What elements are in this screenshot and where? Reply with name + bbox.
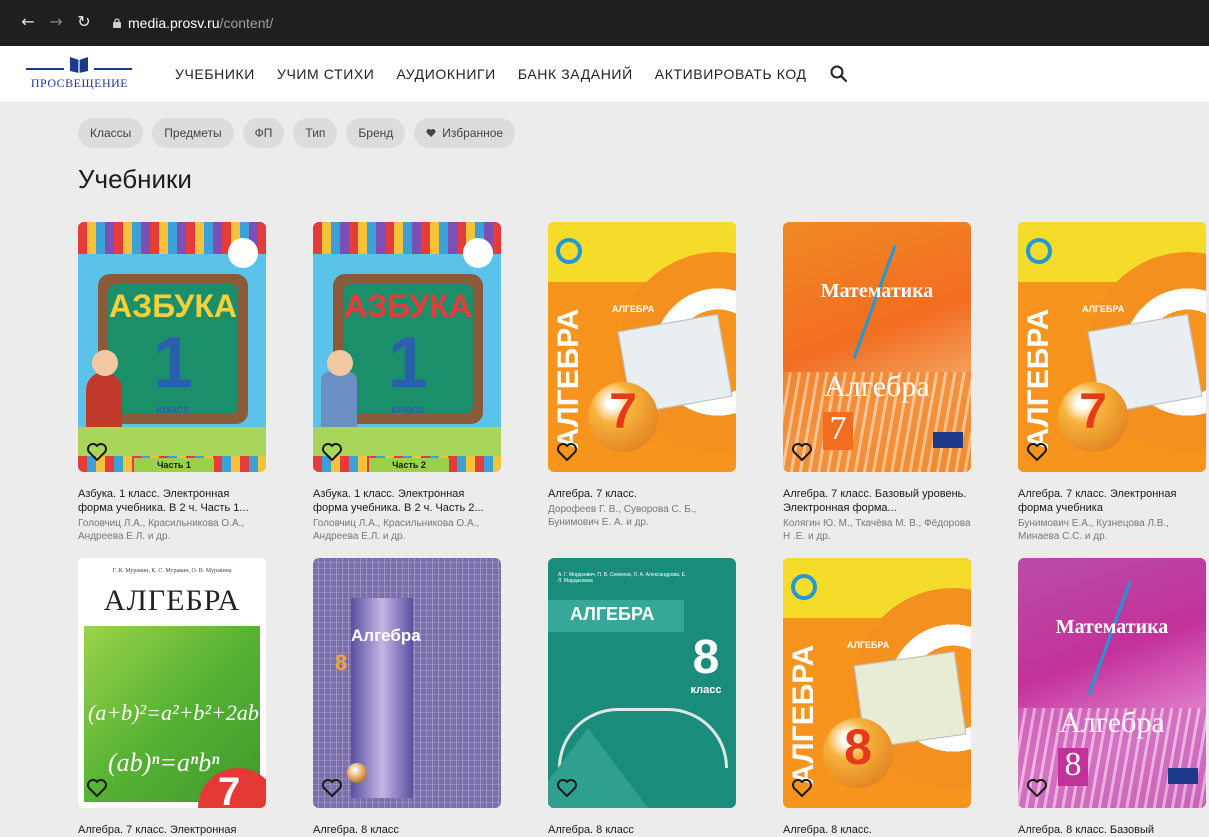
book-card[interactable]: АЛГЕБРА АЛГЕБРА 8 Алгебра. 8 класс. xyxy=(783,558,971,837)
book-cover[interactable]: АЗБУКА 1 класс Часть 1 xyxy=(78,222,266,472)
book-title[interactable]: Алгебра. 8 класс xyxy=(313,823,501,837)
favorite-heart-icon[interactable] xyxy=(1026,778,1048,798)
filter-type[interactable]: Тип xyxy=(293,118,338,148)
book-title[interactable]: Алгебра. 7 класс. Электронная xyxy=(78,823,266,837)
url-path: /content/ xyxy=(219,15,274,31)
book-card[interactable]: А. Г. Мордкович, П. В. Семенов, Л. А. Ал… xyxy=(548,558,736,837)
book-authors: Колягин Ю. М., Ткачёва М. В., Фёдорова Н… xyxy=(783,518,971,542)
book-cover[interactable]: Алгебра 8 xyxy=(313,558,501,808)
book-cover[interactable]: А. Г. Мордкович, П. В. Семенов, Л. А. Ал… xyxy=(548,558,736,808)
logo-mark-icon xyxy=(70,57,88,73)
filter-classes[interactable]: Классы xyxy=(78,118,144,148)
favorite-heart-icon[interactable] xyxy=(86,778,108,798)
lock-icon xyxy=(113,18,121,29)
back-arrow-icon[interactable]: ← xyxy=(18,12,38,32)
book-card[interactable]: АЗБУКА 1 класс Часть 2 Азбука. 1 класс. … xyxy=(313,222,501,543)
book-cover[interactable]: АЛГЕБРА АЛГЕБРА 7 xyxy=(1018,222,1206,472)
favorite-heart-icon[interactable] xyxy=(556,442,578,462)
heart-icon xyxy=(426,129,436,137)
book-cover[interactable]: АЛГЕБРА АЛГЕБРА 8 xyxy=(783,558,971,808)
browser-toolbar: ← → ↻ media.prosv.ru/content/ xyxy=(0,0,1209,46)
filter-subjects[interactable]: Предметы xyxy=(152,118,234,148)
url-host: media.prosv.ru xyxy=(128,15,220,31)
reload-icon[interactable]: ↻ xyxy=(74,12,94,32)
book-title[interactable]: Алгебра. 8 класс. xyxy=(783,823,971,837)
search-icon[interactable] xyxy=(829,64,849,84)
book-title[interactable]: Азбука. 1 класс. Электронная форма учебн… xyxy=(313,487,501,515)
filter-favorites[interactable]: Избранное xyxy=(414,118,516,148)
book-cover[interactable]: АЗБУКА 1 класс Часть 2 xyxy=(313,222,501,472)
book-authors: Бунимович Е.А., Кузнецова Л.В., Минаева … xyxy=(1018,518,1170,542)
favorite-heart-icon[interactable] xyxy=(1026,442,1048,462)
favorite-heart-icon[interactable] xyxy=(791,778,813,798)
favorite-heart-icon[interactable] xyxy=(86,442,108,462)
book-title[interactable]: Алгебра. 7 класс. Электронная форма учеб… xyxy=(1018,487,1206,515)
book-card[interactable]: АЗБУКА 1 класс Часть 1 Азбука. 1 класс. … xyxy=(78,222,266,543)
favorite-heart-icon[interactable] xyxy=(556,778,578,798)
filter-bar: Классы Предметы ФП Тип Бренд Избранное xyxy=(78,118,516,148)
book-card[interactable]: Математика Алгебра 7 Алгебра. 7 класс. Б… xyxy=(783,222,971,543)
favorite-heart-icon[interactable] xyxy=(321,778,343,798)
book-card[interactable]: Г. К. Муравин, К. С. Муравин, О. В. Мура… xyxy=(78,558,266,837)
nav-task-bank[interactable]: БАНК ЗАДАНИЙ xyxy=(518,66,633,82)
filter-fp[interactable]: ФП xyxy=(242,118,285,148)
book-authors: Головчиц Л.А., Красильникова О.А., Андре… xyxy=(313,518,480,542)
forward-arrow-icon[interactable]: → xyxy=(46,12,66,32)
book-card[interactable]: АЛГЕБРА АЛГЕБРА 7 Алгебра. 7 класс. Доро… xyxy=(548,222,736,529)
book-title[interactable]: Алгебра. 8 класс. Базовый xyxy=(1018,823,1206,837)
book-title[interactable]: Азбука. 1 класс. Электронная форма учебн… xyxy=(78,487,266,515)
page-title: Учебники xyxy=(78,164,192,194)
book-title[interactable]: Алгебра. 7 класс. Базовый уровень. Элект… xyxy=(783,487,971,515)
main-nav: УЧЕБНИКИ УЧИМ СТИХИ АУДИОКНИГИ БАНК ЗАДА… xyxy=(175,46,849,102)
favorite-heart-icon[interactable] xyxy=(791,442,813,462)
nav-poems[interactable]: УЧИМ СТИХИ xyxy=(277,66,375,82)
favorite-heart-icon[interactable] xyxy=(321,442,343,462)
filter-brand[interactable]: Бренд xyxy=(346,118,406,148)
book-cover[interactable]: Математика Алгебра 8 xyxy=(1018,558,1206,808)
site-logo[interactable]: ПРОСВЕЩЕНИЕ xyxy=(22,54,137,94)
nav-textbooks[interactable]: УЧЕБНИКИ xyxy=(175,66,255,82)
nav-activate-code[interactable]: АКТИВИРОВАТЬ КОД xyxy=(655,66,807,82)
book-title[interactable]: Алгебра. 7 класс. xyxy=(548,487,736,501)
book-cover[interactable]: Г. К. Муравин, К. С. Муравин, О. В. Мура… xyxy=(78,558,266,808)
book-authors: Дорофеев Г. В., Суворова С. Б., Бунимови… xyxy=(548,504,697,528)
address-bar[interactable]: media.prosv.ru/content/ xyxy=(112,11,1202,35)
logo-text: ПРОСВЕЩЕНИЕ xyxy=(30,76,129,90)
book-cover[interactable]: АЛГЕБРА АЛГЕБРА 7 xyxy=(548,222,736,472)
nav-audiobooks[interactable]: АУДИОКНИГИ xyxy=(396,66,495,82)
book-card[interactable]: Алгебра 8 Алгебра. 8 класс xyxy=(313,558,501,837)
book-card[interactable]: АЛГЕБРА АЛГЕБРА 7 Алгебра. 7 класс. Элек… xyxy=(1018,222,1206,543)
book-title[interactable]: Алгебра. 8 класс xyxy=(548,823,736,837)
book-cover[interactable]: Математика Алгебра 7 xyxy=(783,222,971,472)
book-card[interactable]: Математика Алгебра 8 Алгебра. 8 класс. Б… xyxy=(1018,558,1206,837)
site-header: ПРОСВЕЩЕНИЕ УЧЕБНИКИ УЧИМ СТИХИ АУДИОКНИ… xyxy=(0,46,1209,103)
book-authors: Головчиц Л.А., Красильникова О.А., Андре… xyxy=(78,518,245,542)
